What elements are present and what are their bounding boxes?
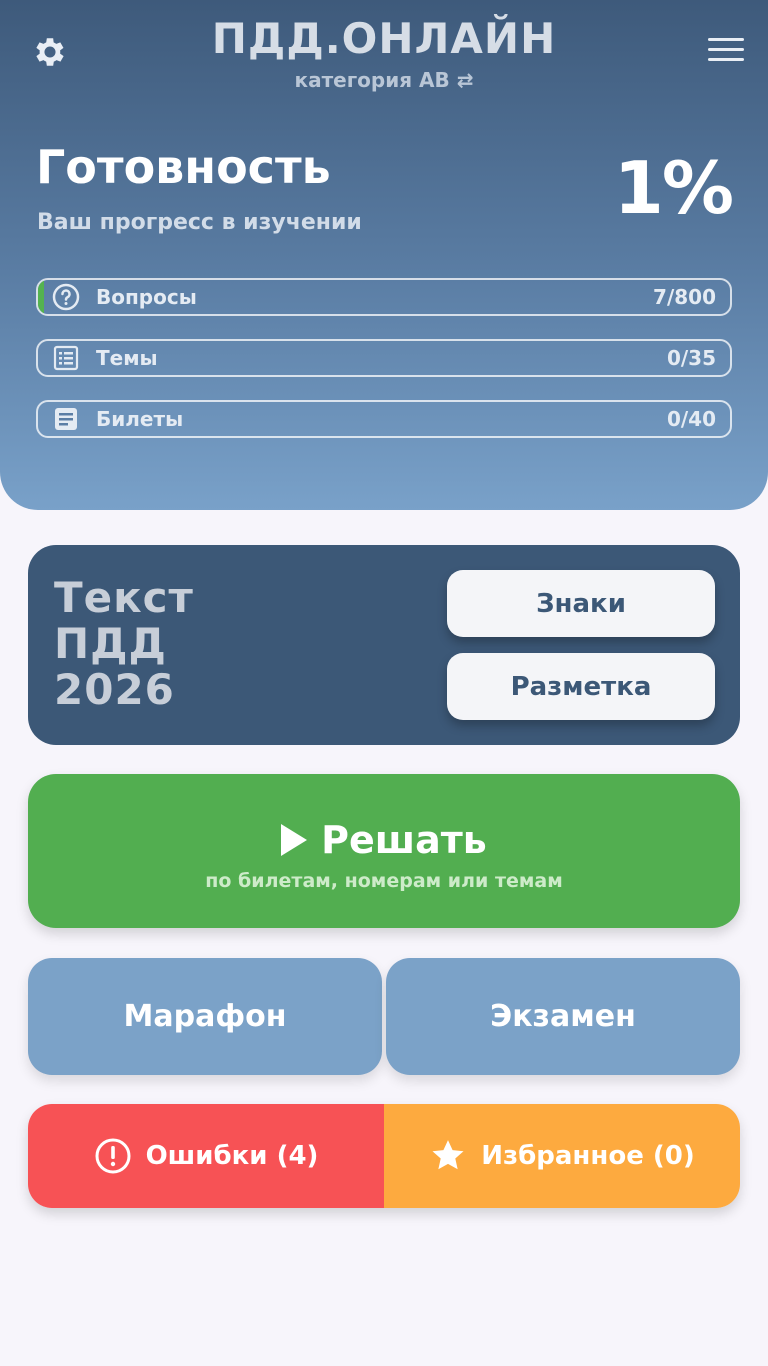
play-icon (281, 824, 308, 856)
favorites-label: Избранное (0) (481, 1141, 695, 1171)
header-panel: ПДД.ОНЛАЙН категория АВ ⇄ Готовность Ваш… (0, 0, 768, 510)
app-title: ПДД.ОНЛАЙН (211, 14, 557, 63)
errors-label: Ошибки (4) (145, 1141, 319, 1171)
progress-count: 0/35 (666, 346, 716, 370)
progress-count: 0/40 (666, 407, 716, 431)
signs-button[interactable]: Знаки (447, 570, 715, 637)
rules-text-title: Текст ПДД 2026 (54, 573, 194, 714)
progress-label: Вопросы (96, 285, 197, 309)
marathon-button[interactable]: Марафон (28, 958, 382, 1075)
list-icon (53, 345, 79, 371)
ticket-icon (55, 408, 77, 430)
bottom-actions: Ошибки (4) Избранное (0) (28, 1104, 740, 1208)
category-switch[interactable]: категория АВ ⇄ (0, 68, 768, 92)
markings-button[interactable]: Разметка (447, 653, 715, 720)
progress-questions[interactable]: Вопросы 7/800 (36, 278, 732, 316)
exam-button[interactable]: Экзамен (386, 958, 740, 1075)
errors-button[interactable]: Ошибки (4) (28, 1104, 384, 1208)
progress-count: 7/800 (653, 285, 716, 309)
menu-icon[interactable] (708, 38, 744, 66)
progress-topics[interactable]: Темы 0/35 (36, 339, 732, 377)
rules-text-card[interactable]: Текст ПДД 2026 Знаки Разметка (28, 545, 740, 745)
favorites-button[interactable]: Избранное (0) (384, 1104, 740, 1208)
readiness-title: Готовность (36, 140, 331, 194)
solve-button[interactable]: Решать по билетам, номерам или темам (28, 774, 740, 928)
progress-fill (38, 280, 45, 314)
star-icon (432, 1140, 464, 1170)
readiness-subtitle: Ваш прогресс в изучении (37, 210, 362, 235)
alert-icon (95, 1138, 131, 1174)
progress-label: Билеты (96, 407, 184, 431)
progress-tickets[interactable]: Билеты 0/40 (36, 400, 732, 438)
solve-subtitle: по билетам, номерам или темам (205, 870, 563, 892)
question-icon (52, 283, 80, 311)
solve-label: Решать (321, 818, 487, 862)
readiness-percent: 1% (613, 146, 734, 230)
progress-label: Темы (96, 346, 158, 370)
